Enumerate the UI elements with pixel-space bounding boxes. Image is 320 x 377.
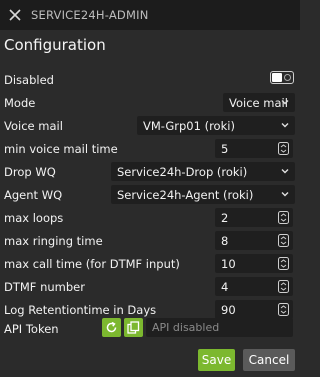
copy-icon (127, 321, 140, 334)
log-retention-label: Log Retentiontime in Days (4, 303, 157, 317)
api-token-label: API Token (4, 322, 59, 336)
chevron-down-icon (281, 100, 289, 105)
max-loops-value: 2 (221, 210, 229, 225)
mode-select[interactable]: Voice mail (223, 93, 295, 112)
drop-wq-select[interactable]: Service24h-Drop (roki) (111, 162, 295, 181)
disabled-toggle[interactable] (270, 71, 294, 84)
max-loops-input[interactable]: 2 (215, 208, 293, 227)
copy-token-button[interactable] (124, 318, 143, 337)
refresh-token-button[interactable] (102, 318, 121, 337)
stepper-icon[interactable] (278, 142, 289, 155)
close-icon[interactable] (7, 7, 23, 23)
max-ringing-time-value: 8 (221, 233, 229, 248)
chevron-down-icon (281, 192, 289, 197)
max-call-time-label: max call time (for DTMF input) (4, 257, 180, 271)
min-voice-mail-time-value: 5 (221, 141, 229, 156)
min-voice-mail-time-input[interactable]: 5 (215, 139, 293, 158)
max-call-time-input[interactable]: 10 (215, 254, 293, 273)
stepper-icon[interactable] (278, 234, 289, 247)
agent-wq-value: Service24h-Agent (roki) (117, 187, 254, 202)
max-loops-label: max loops (4, 211, 64, 225)
window-title: SERVICE24H-ADMIN (31, 8, 149, 22)
cancel-button[interactable]: Cancel (243, 349, 295, 371)
stepper-icon[interactable] (278, 257, 289, 270)
log-retention-value: 90 (221, 302, 236, 317)
title-bar: SERVICE24H-ADMIN (0, 0, 300, 30)
max-call-time-value: 10 (221, 256, 236, 271)
toggle-off-indicator (284, 74, 291, 81)
page-title: Configuration (4, 36, 106, 54)
api-token-field[interactable]: API disabled (146, 318, 293, 337)
agent-wq-label: Agent WQ (4, 188, 63, 202)
save-button[interactable]: Save (198, 349, 235, 371)
agent-wq-select[interactable]: Service24h-Agent (roki) (111, 185, 295, 204)
api-token-placeholder: API disabled (152, 321, 220, 334)
max-ringing-time-label: max ringing time (4, 234, 103, 248)
toggle-knob (272, 73, 282, 82)
voice-mail-select[interactable]: VM-Grp01 (roki) (137, 116, 295, 135)
stepper-icon[interactable] (278, 211, 289, 224)
min-voice-mail-time-label: min voice mail time (4, 142, 118, 156)
drop-wq-label: Drop WQ (4, 165, 56, 179)
refresh-icon (106, 321, 117, 333)
mode-label: Mode (4, 96, 36, 110)
stepper-icon[interactable] (278, 303, 289, 316)
voice-mail-value: VM-Grp01 (roki) (143, 118, 235, 133)
dtmf-number-value: 4 (221, 279, 229, 294)
voice-mail-label: Voice mail (4, 119, 63, 133)
dtmf-number-label: DTMF number (4, 280, 85, 294)
stepper-icon[interactable] (278, 280, 289, 293)
chevron-down-icon (281, 169, 289, 174)
drop-wq-value: Service24h-Drop (roki) (117, 164, 248, 179)
disabled-label: Disabled (4, 73, 54, 87)
dtmf-number-input[interactable]: 4 (215, 277, 293, 296)
log-retention-input[interactable]: 90 (215, 300, 293, 319)
max-ringing-time-input[interactable]: 8 (215, 231, 293, 250)
chevron-down-icon (281, 123, 289, 128)
